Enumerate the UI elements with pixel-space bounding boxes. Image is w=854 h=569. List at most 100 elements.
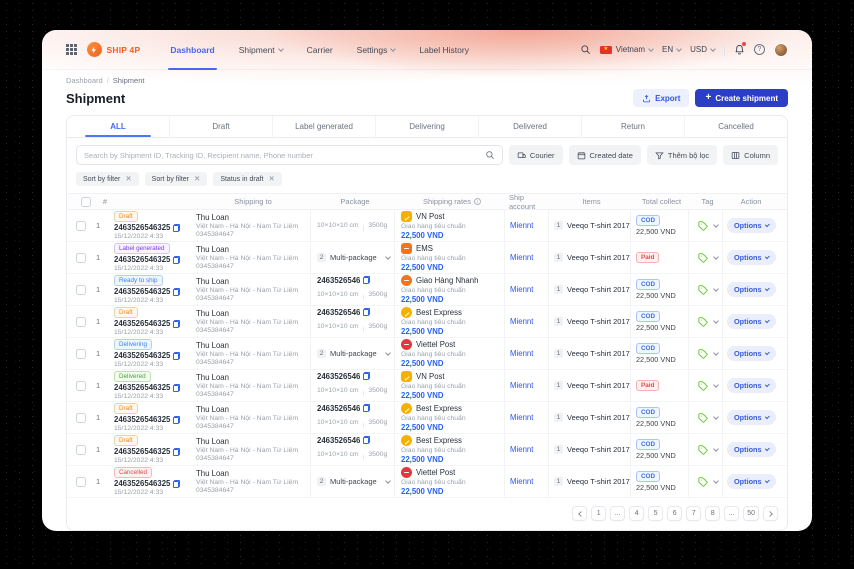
info-icon[interactable] bbox=[474, 198, 481, 205]
options-button[interactable]: Options bbox=[727, 218, 776, 233]
shipment-id[interactable]: 2463526546325 bbox=[114, 447, 170, 456]
shipping-rate[interactable]: 22,500 VND bbox=[401, 455, 504, 464]
create-shipment-button[interactable]: Create shipment bbox=[695, 89, 788, 107]
tag-icon[interactable] bbox=[698, 285, 708, 295]
status-tab[interactable]: Return bbox=[582, 116, 685, 137]
page-button[interactable]: 4 bbox=[629, 506, 644, 521]
country-select[interactable]: Vietnam bbox=[600, 45, 653, 54]
options-button[interactable]: Options bbox=[727, 250, 776, 265]
tag-icon[interactable] bbox=[698, 349, 708, 359]
tag-icon[interactable] bbox=[698, 381, 708, 391]
shipment-id[interactable]: 2463526546325 bbox=[114, 223, 170, 232]
chevron-down-icon[interactable] bbox=[713, 382, 719, 388]
tag-icon[interactable] bbox=[698, 253, 708, 263]
row-checkbox[interactable] bbox=[76, 285, 86, 295]
nav-item[interactable]: Settings bbox=[345, 30, 408, 70]
row-checkbox[interactable] bbox=[76, 445, 86, 455]
language-select[interactable]: EN bbox=[662, 45, 681, 54]
search-icon[interactable] bbox=[580, 44, 591, 55]
shipment-id[interactable]: 2463526546325 bbox=[114, 479, 170, 488]
row-checkbox[interactable] bbox=[76, 381, 86, 391]
select-all-checkbox[interactable] bbox=[81, 197, 91, 207]
chip-close-icon[interactable]: ✕ bbox=[194, 175, 200, 183]
copy-icon[interactable] bbox=[173, 416, 180, 424]
tag-icon[interactable] bbox=[698, 413, 708, 423]
tracking-id[interactable]: 2463526546 bbox=[317, 404, 360, 413]
shipping-rate[interactable]: 22,500 VND bbox=[401, 391, 504, 400]
tag-icon[interactable] bbox=[698, 221, 708, 231]
shipment-id[interactable]: 2463526546325 bbox=[114, 287, 170, 296]
shipping-rate[interactable]: 22,500 VND bbox=[401, 263, 504, 272]
page-button[interactable]: ... bbox=[724, 506, 739, 521]
chevron-down-icon[interactable] bbox=[713, 286, 719, 292]
chevron-down-icon[interactable] bbox=[713, 222, 719, 228]
help-icon[interactable]: ? bbox=[754, 44, 765, 55]
tag-icon[interactable] bbox=[698, 477, 708, 487]
row-checkbox[interactable] bbox=[76, 477, 86, 487]
row-checkbox[interactable] bbox=[76, 221, 86, 231]
shipping-rate[interactable]: 22,500 VND bbox=[401, 231, 504, 240]
chip-close-icon[interactable]: ✕ bbox=[125, 175, 131, 183]
ship-account-link[interactable]: Miennt bbox=[510, 349, 548, 358]
copy-icon[interactable] bbox=[173, 320, 180, 328]
options-button[interactable]: Options bbox=[727, 282, 776, 297]
export-button[interactable]: Export bbox=[633, 89, 689, 107]
shipment-id[interactable]: 2463526546325 bbox=[114, 319, 170, 328]
copy-icon[interactable] bbox=[173, 480, 180, 488]
page-button[interactable]: 1 bbox=[591, 506, 606, 521]
tracking-id[interactable]: 2463526546 bbox=[317, 276, 360, 285]
status-tab[interactable]: ALL bbox=[67, 116, 170, 137]
tracking-id[interactable]: 2463526546 bbox=[317, 308, 360, 317]
multi-package-select[interactable]: 2 Multi-package bbox=[317, 349, 394, 358]
page-button[interactable]: 5 bbox=[648, 506, 663, 521]
ship-account-link[interactable]: Miennt bbox=[510, 381, 548, 390]
options-button[interactable]: Options bbox=[727, 378, 776, 393]
ship-account-link[interactable]: Miennt bbox=[510, 285, 548, 294]
page-button[interactable]: 8 bbox=[705, 506, 720, 521]
copy-icon[interactable] bbox=[363, 372, 370, 380]
chevron-down-icon[interactable] bbox=[713, 254, 719, 260]
copy-icon[interactable] bbox=[363, 308, 370, 316]
copy-icon[interactable] bbox=[173, 352, 180, 360]
page-button[interactable]: 50 bbox=[743, 506, 759, 521]
nav-item[interactable]: Shipment bbox=[227, 30, 295, 70]
search-input[interactable] bbox=[84, 151, 479, 160]
ship-account-link[interactable]: Miennt bbox=[510, 317, 548, 326]
status-tab[interactable]: Draft bbox=[170, 116, 273, 137]
options-button[interactable]: Options bbox=[727, 346, 776, 361]
ship-account-link[interactable]: Miennt bbox=[510, 221, 548, 230]
copy-icon[interactable] bbox=[363, 436, 370, 444]
nav-item[interactable]: Carrier bbox=[295, 30, 345, 70]
copy-icon[interactable] bbox=[363, 404, 370, 412]
row-checkbox[interactable] bbox=[76, 413, 86, 423]
notifications-bell-icon[interactable] bbox=[734, 44, 745, 55]
shipment-id[interactable]: 2463526546325 bbox=[114, 415, 170, 424]
copy-icon[interactable] bbox=[173, 448, 180, 456]
page-button[interactable]: 6 bbox=[667, 506, 682, 521]
shipping-rate[interactable]: 22,500 VND bbox=[401, 487, 504, 496]
user-avatar[interactable] bbox=[774, 43, 788, 57]
shipping-rate[interactable]: 22,500 VND bbox=[401, 359, 504, 368]
tag-icon[interactable] bbox=[698, 445, 708, 455]
status-tab[interactable]: Delivering bbox=[376, 116, 479, 137]
chip-close-icon[interactable]: ✕ bbox=[269, 175, 275, 183]
shipment-id[interactable]: 2463526546325 bbox=[114, 351, 170, 360]
column-settings-button[interactable]: Column bbox=[723, 145, 778, 165]
chevron-down-icon[interactable] bbox=[713, 478, 719, 484]
copy-icon[interactable] bbox=[173, 224, 180, 232]
prev-page-button[interactable] bbox=[572, 506, 587, 521]
status-tab[interactable]: Label generated bbox=[273, 116, 376, 137]
tag-icon[interactable] bbox=[698, 317, 708, 327]
ship-account-link[interactable]: Miennt bbox=[510, 477, 548, 486]
shipment-id[interactable]: 2463526546325 bbox=[114, 255, 170, 264]
multi-package-select[interactable]: 2 Multi-package bbox=[317, 253, 394, 262]
copy-icon[interactable] bbox=[173, 384, 180, 392]
copy-icon[interactable] bbox=[173, 288, 180, 296]
page-button[interactable]: 7 bbox=[686, 506, 701, 521]
copy-icon[interactable] bbox=[363, 276, 370, 284]
page-button[interactable]: ... bbox=[610, 506, 625, 521]
status-tab[interactable]: Delivered bbox=[479, 116, 582, 137]
tracking-id[interactable]: 2463526546 bbox=[317, 372, 360, 381]
multi-package-select[interactable]: 2 Multi-package bbox=[317, 477, 394, 486]
row-checkbox[interactable] bbox=[76, 349, 86, 359]
